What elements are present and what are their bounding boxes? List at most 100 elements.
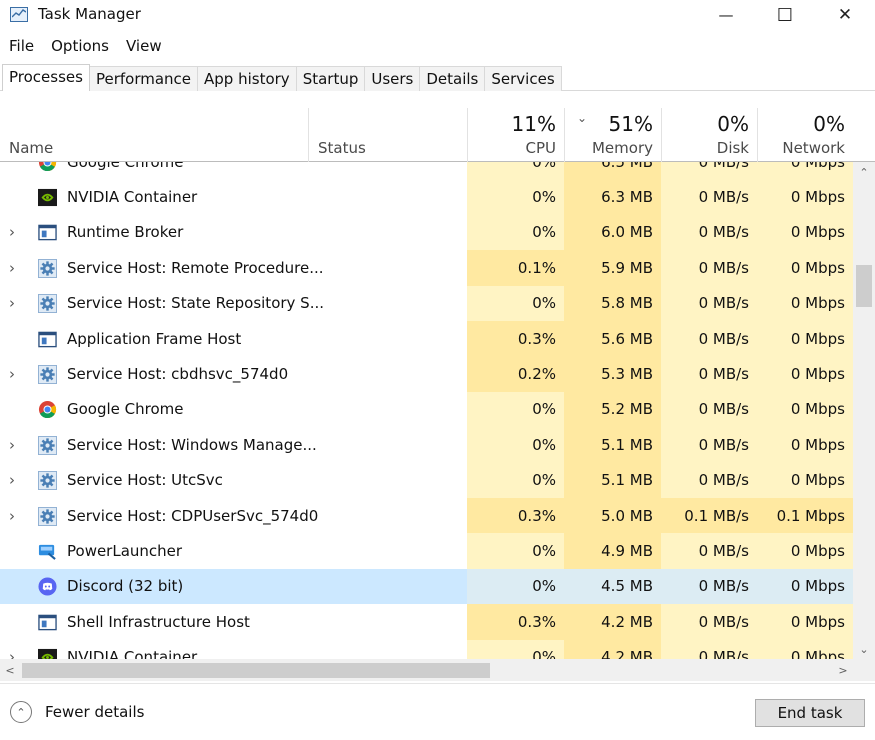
- maximize-button[interactable]: ☐: [756, 0, 814, 30]
- process-name-cell[interactable]: › Service Host: State Repository S...: [0, 286, 467, 321]
- tab-app-history[interactable]: App history: [197, 66, 297, 91]
- process-name-cell[interactable]: › Service Host: Windows Manage...: [0, 427, 467, 462]
- process-row[interactable]: PowerLauncher 0% 4.9 MB 0 MB/s 0 Mbps: [0, 533, 853, 569]
- process-cpu-value: 0%: [467, 462, 564, 498]
- process-disk-value: 0 MB/s: [661, 285, 757, 321]
- close-button[interactable]: ✕: [816, 0, 874, 30]
- scroll-up-button[interactable]: ⌃: [853, 162, 875, 182]
- process-network-value: 0 Mbps: [757, 427, 853, 463]
- nvidia-icon: [38, 648, 57, 659]
- tab-users[interactable]: Users: [364, 66, 421, 91]
- maximize-icon: ☐: [776, 4, 794, 26]
- process-row[interactable]: › Service Host: UtcSvc 0% 5.1 MB 0 MB/s 0 Mbp…: [0, 462, 853, 498]
- tab-services[interactable]: Services: [484, 66, 562, 91]
- process-network-value: 0 Mbps: [757, 250, 853, 286]
- process-row[interactable]: › Service Host: cbdhsvc_574d0 0.2% 5.3 MB 0 …: [0, 356, 853, 392]
- expand-chevron-icon[interactable]: ›: [9, 463, 15, 498]
- process-cpu-value: 0%: [467, 162, 564, 180]
- service-gear-icon: [38, 294, 57, 314]
- menu-view[interactable]: View: [117, 36, 170, 58]
- menu-file[interactable]: File: [0, 36, 42, 58]
- process-disk-value: 0 MB/s: [661, 321, 757, 357]
- fewer-details-label: Fewer details: [45, 703, 145, 721]
- column-header-memory[interactable]: ⌄ 51% Memory: [565, 108, 661, 162]
- tab-performance[interactable]: Performance: [88, 66, 199, 91]
- process-network-value: 0 Mbps: [757, 568, 853, 605]
- process-memory-value: 5.1 MB: [564, 462, 661, 498]
- process-row[interactable]: Google Chrome 0%6.5 MB0 MB/s0 Mbps: [0, 162, 853, 180]
- expand-chevron-icon[interactable]: ›: [9, 498, 15, 533]
- process-name: Service Host: State Repository S...: [67, 294, 325, 313]
- vertical-scrollbar[interactable]: ⌃ ⌄: [853, 162, 875, 659]
- expand-chevron-icon[interactable]: ›: [9, 286, 15, 321]
- scroll-right-button[interactable]: >: [833, 659, 853, 681]
- process-network-value: 0 Mbps: [757, 533, 853, 569]
- process-name-cell[interactable]: › NVIDIA Container: [0, 640, 467, 659]
- column-name-label: Name: [9, 139, 54, 157]
- process-name-cell[interactable]: › Service Host: UtcSvc: [0, 463, 467, 498]
- process-name-cell[interactable]: › Service Host: cbdhsvc_574d0: [0, 356, 467, 391]
- process-row[interactable]: › NVIDIA Container 0% 4.2 MB 0 MB/s 0 Mbps: [0, 639, 853, 659]
- process-name-cell[interactable]: › Service Host: CDPUserSvc_574d0: [0, 498, 467, 533]
- horizontal-scroll-thumb[interactable]: [22, 663, 490, 678]
- process-row[interactable]: Shell Infrastructure Host 0.3% 4.2 MB 0 MB/…: [0, 604, 853, 640]
- menu-options[interactable]: Options: [42, 36, 117, 58]
- process-row[interactable]: Application Frame Host 0.3% 5.6 MB 0 MB/s 0 …: [0, 321, 853, 357]
- expand-chevron-icon[interactable]: ›: [9, 215, 15, 250]
- process-row[interactable]: › Service Host: Windows Manage... 0% 5.1 MB…: [0, 427, 853, 463]
- process-name-cell[interactable]: PowerLauncher: [0, 533, 467, 568]
- process-network-value: 0 Mbps: [757, 179, 853, 215]
- process-memory-value: 6.5 MB: [564, 162, 661, 180]
- process-memory-value: 4.2 MB: [564, 604, 661, 640]
- process-name-cell[interactable]: Google Chrome: [0, 392, 467, 427]
- process-memory-value: 5.2 MB: [564, 391, 661, 428]
- process-row[interactable]: Google Chrome 0% 5.2 MB 0 MB/s 0 Mbps: [0, 391, 853, 428]
- process-row[interactable]: › Runtime Broker 0% 6.0 MB 0 MB/s 0 Mbps: [0, 214, 853, 251]
- process-row[interactable]: › Service Host: State Repository S... 0% 5.…: [0, 285, 853, 321]
- process-cpu-value: 0.3%: [467, 604, 564, 640]
- horizontal-scrollbar[interactable]: < >: [0, 659, 853, 681]
- expand-chevron-icon[interactable]: ›: [9, 427, 15, 462]
- scroll-left-button[interactable]: <: [0, 659, 20, 681]
- column-header-disk[interactable]: 0% Disk: [662, 108, 757, 162]
- process-row[interactable]: › Service Host: Remote Procedure... 0.1% 5.…: [0, 250, 853, 286]
- column-header-name[interactable]: Name: [0, 108, 308, 162]
- process-name-cell[interactable]: Application Frame Host: [0, 321, 467, 356]
- tab-strip: Processes Performance App history Startu…: [2, 64, 562, 91]
- process-name-cell[interactable]: Google Chrome: [0, 162, 467, 179]
- process-row[interactable]: NVIDIA Container 0% 6.3 MB 0 MB/s 0 Mbps: [0, 179, 853, 215]
- process-network-value: 0 Mbps: [757, 462, 853, 498]
- vertical-scroll-thumb[interactable]: [856, 265, 872, 307]
- process-row[interactable]: Discord (32 bit) 0% 4.5 MB 0 MB/s 0 Mbps: [0, 568, 853, 605]
- scroll-down-button[interactable]: ⌄: [853, 639, 875, 659]
- chevron-down-icon: ⌄: [859, 642, 869, 656]
- expand-chevron-icon[interactable]: ›: [9, 356, 15, 391]
- end-task-button[interactable]: End task: [755, 699, 865, 727]
- process-name-cell[interactable]: Shell Infrastructure Host: [0, 604, 467, 639]
- process-row[interactable]: › Service Host: CDPUserSvc_574d0 0.3% 5.0 M…: [0, 498, 853, 534]
- column-memory-label: Memory: [591, 139, 653, 157]
- process-disk-value: 0 MB/s: [661, 162, 757, 180]
- process-name-cell[interactable]: NVIDIA Container: [0, 179, 467, 214]
- process-name-cell[interactable]: Discord (32 bit): [0, 568, 467, 605]
- expand-chevron-icon[interactable]: ›: [9, 250, 15, 285]
- expand-chevron-icon[interactable]: ›: [9, 640, 15, 659]
- memory-total-percent: 51%: [608, 112, 653, 136]
- tab-details[interactable]: Details: [419, 66, 486, 91]
- process-name-cell[interactable]: › Runtime Broker: [0, 215, 467, 250]
- fewer-details-button[interactable]: ⌃ Fewer details: [10, 701, 144, 723]
- service-gear-icon: [38, 258, 57, 278]
- service-gear-icon: [38, 365, 57, 385]
- column-disk-label: Disk: [716, 139, 749, 157]
- process-name: Google Chrome: [67, 400, 184, 419]
- minimize-button[interactable]: —: [697, 0, 755, 30]
- process-memory-value: 6.0 MB: [564, 214, 661, 251]
- tab-processes[interactable]: Processes: [2, 64, 90, 91]
- column-header-status[interactable]: Status: [309, 108, 467, 162]
- tab-startup[interactable]: Startup: [295, 66, 366, 91]
- column-header-network[interactable]: 0% Network: [758, 108, 853, 162]
- process-name-cell[interactable]: › Service Host: Remote Procedure...: [0, 250, 467, 285]
- process-network-value: 0 Mbps: [757, 391, 853, 428]
- column-header-cpu[interactable]: 11% CPU: [468, 108, 564, 162]
- process-name: Discord (32 bit): [67, 577, 184, 596]
